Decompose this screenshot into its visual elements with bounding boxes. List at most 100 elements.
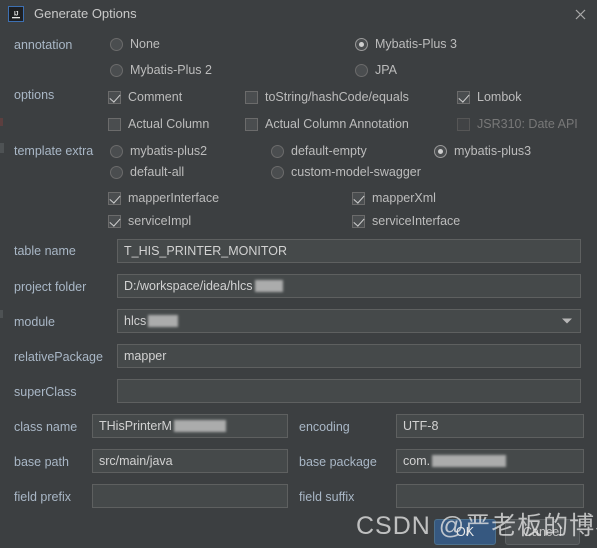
checkbox-indicator <box>352 191 365 205</box>
radio-label: custom-model-swagger <box>291 165 421 179</box>
checkbox-indicator <box>457 90 470 104</box>
module-value: hlcs <box>124 314 147 328</box>
super-class-label: superClass <box>14 385 77 399</box>
checkbox-indicator <box>108 191 121 205</box>
checkbox-label: Comment <box>128 90 183 104</box>
table-name-label: table name <box>14 244 76 258</box>
chevron-down-icon <box>562 318 572 324</box>
checkbox-lombok[interactable]: Lombok <box>457 90 521 104</box>
checkbox-indicator <box>108 90 121 104</box>
super-class-input[interactable] <box>117 379 581 403</box>
field-suffix-input[interactable] <box>396 484 584 508</box>
radio-template-default-empty[interactable]: default-empty <box>271 144 367 158</box>
radio-indicator <box>434 144 447 158</box>
radio-template-mybatis-plus3[interactable]: mybatis-plus3 <box>434 144 531 158</box>
radio-template-mybatis-plus2[interactable]: mybatis-plus2 <box>110 144 207 158</box>
radio-indicator <box>355 63 368 77</box>
encoding-input[interactable]: UTF-8 <box>396 414 584 438</box>
radio-indicator <box>110 37 123 51</box>
base-package-label: base package <box>299 455 377 469</box>
checkbox-actual-column-annotation[interactable]: Actual Column Annotation <box>245 117 409 131</box>
field-prefix-input[interactable] <box>92 484 288 508</box>
radio-indicator <box>110 165 123 179</box>
cancel-button-label: Cancel <box>523 525 562 539</box>
redacted-text <box>432 455 507 467</box>
checkbox-indicator <box>352 214 365 228</box>
radio-label: JPA <box>375 63 397 77</box>
checkbox-mapper-interface[interactable]: mapperInterface <box>108 191 219 205</box>
svg-text:IJ: IJ <box>14 11 18 17</box>
radio-label: Mybatis-Plus 2 <box>130 63 212 77</box>
radio-annotation-mybatis-plus-2[interactable]: Mybatis-Plus 2 <box>110 63 212 77</box>
class-name-label: class name <box>14 420 78 434</box>
window-edge-marker-2 <box>0 143 4 153</box>
checkbox-tostring-hashcode-equals[interactable]: toString/hashCode/equals <box>245 90 409 104</box>
cancel-button[interactable]: Cancel <box>505 519 580 545</box>
radio-label: mybatis-plus2 <box>130 144 208 158</box>
checkbox-label: toString/hashCode/equals <box>265 90 409 104</box>
redacted-text <box>254 280 283 292</box>
ok-button[interactable]: OK <box>434 519 496 545</box>
class-name-value: THisPrinterM <box>99 419 172 433</box>
project-folder-value: D:/workspace/idea/hlcs <box>124 279 253 293</box>
checkbox-comment[interactable]: Comment <box>108 90 182 104</box>
table-name-input[interactable]: T_HIS_PRINTER_MONITOR <box>117 239 581 263</box>
checkbox-label: Actual Column Annotation <box>265 117 409 131</box>
checkbox-actual-column[interactable]: Actual Column <box>108 117 209 131</box>
project-folder-label: project folder <box>14 280 87 294</box>
radio-label: default-empty <box>291 144 367 158</box>
checkbox-service-interface[interactable]: serviceInterface <box>352 214 460 228</box>
checkbox-label: serviceInterface <box>372 214 461 228</box>
relative-package-input[interactable]: mapper <box>117 344 581 368</box>
radio-annotation-none[interactable]: None <box>110 37 160 51</box>
window-edge-marker-3 <box>0 310 3 318</box>
options-label: options <box>14 88 55 102</box>
checkbox-mapper-xml[interactable]: mapperXml <box>352 191 436 205</box>
checkbox-label: mapperInterface <box>128 191 220 205</box>
radio-indicator <box>271 165 284 179</box>
relative-package-label: relativePackage <box>14 350 103 364</box>
module-label: module <box>14 315 55 329</box>
page-title: Generate Options <box>34 6 137 21</box>
close-icon[interactable] <box>571 5 589 23</box>
radio-indicator <box>110 144 123 158</box>
checkbox-jsr310-date-api[interactable]: JSR310: Date API <box>457 117 578 131</box>
relative-package-value: mapper <box>124 349 167 363</box>
class-name-input[interactable]: THisPrinterM <box>92 414 288 438</box>
intellij-idea-icon: IJ <box>8 5 24 22</box>
base-package-value: com. <box>403 454 431 468</box>
checkbox-indicator <box>457 117 470 131</box>
base-path-input[interactable]: src/main/java <box>92 449 288 473</box>
radio-annotation-jpa[interactable]: JPA <box>355 63 397 77</box>
checkbox-service-impl[interactable]: serviceImpl <box>108 214 191 228</box>
checkbox-indicator <box>245 117 258 131</box>
project-folder-input[interactable]: D:/workspace/idea/hlcs <box>117 274 581 298</box>
generate-options-dialog: IJ Generate Options annotation None Myba… <box>0 0 597 548</box>
redacted-text <box>148 315 179 327</box>
table-name-value: T_HIS_PRINTER_MONITOR <box>124 244 287 258</box>
module-dropdown[interactable]: hlcs <box>117 309 581 333</box>
radio-label: default-all <box>130 165 185 179</box>
checkbox-label: Actual Column <box>128 117 210 131</box>
radio-template-custom-model-swagger[interactable]: custom-model-swagger <box>271 165 421 179</box>
checkbox-label: serviceImpl <box>128 214 192 228</box>
title-bar: IJ Generate Options <box>0 0 597 27</box>
ok-button-label: OK <box>455 525 475 539</box>
checkbox-label: mapperXml <box>372 191 436 205</box>
field-prefix-label: field prefix <box>14 490 71 504</box>
radio-indicator <box>355 37 368 51</box>
base-path-value: src/main/java <box>99 454 173 468</box>
radio-template-default-all[interactable]: default-all <box>110 165 184 179</box>
field-suffix-label: field suffix <box>299 490 355 504</box>
radio-label: Mybatis-Plus 3 <box>375 37 457 51</box>
checkbox-indicator <box>108 117 121 131</box>
annotation-label: annotation <box>14 38 73 52</box>
base-package-input[interactable]: com. <box>396 449 584 473</box>
redacted-text <box>173 420 226 432</box>
base-path-label: base path <box>14 455 69 469</box>
checkbox-indicator <box>245 90 258 104</box>
window-edge-marker <box>0 118 3 126</box>
radio-annotation-mybatis-plus-3[interactable]: Mybatis-Plus 3 <box>355 37 457 51</box>
radio-indicator <box>110 63 123 77</box>
radio-label: mybatis-plus3 <box>454 144 532 158</box>
